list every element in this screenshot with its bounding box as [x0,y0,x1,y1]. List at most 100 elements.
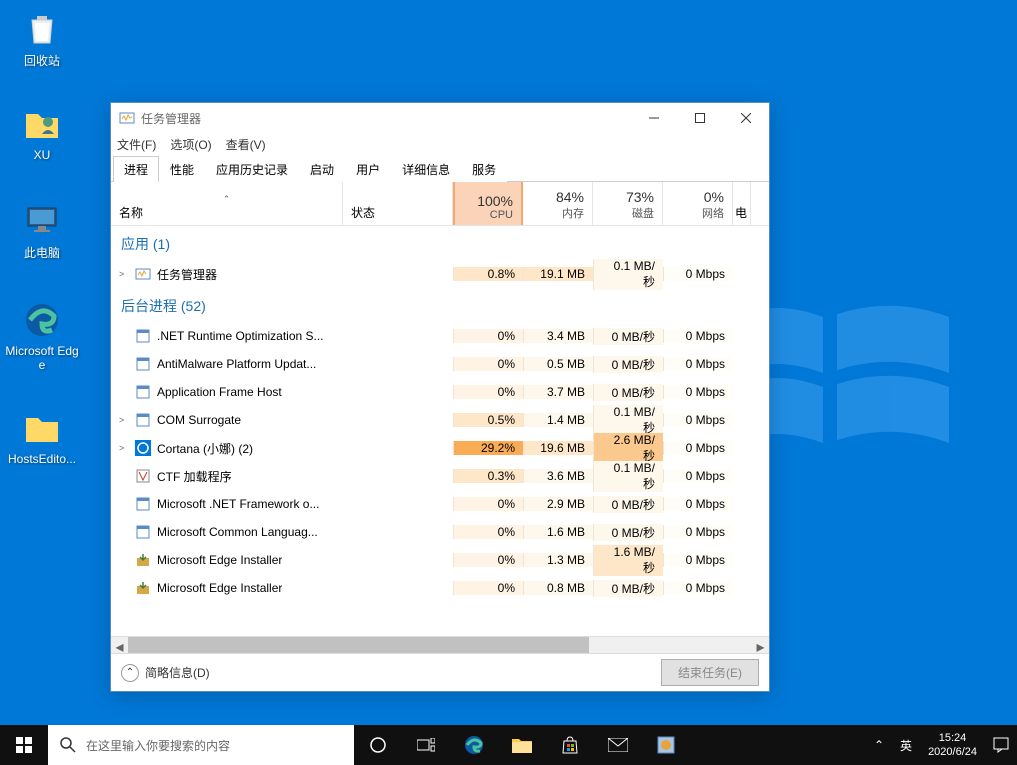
close-button[interactable] [723,103,769,133]
tab-5[interactable]: 详细信息 [391,156,461,182]
net-cell: 0 Mbps [663,413,733,427]
net-cell: 0 Mbps [663,553,733,567]
content: ⌃ 名称 状态 100% CPU 84% 内存 73% 磁盘 0% [111,182,769,653]
column-extra[interactable]: 电 [733,182,751,225]
cortana-button[interactable] [354,725,402,765]
mem-cell: 1.4 MB [523,413,593,427]
disk-cell: 0 MB/秒 [593,580,663,597]
table-row[interactable]: AntiMalware Platform Updat...0%0.5 MB0 M… [111,350,769,378]
table-row[interactable]: CTF 加载程序0.3%3.6 MB0.1 MB/秒0 Mbps [111,462,769,490]
column-status[interactable]: 状态 [343,182,453,225]
windows-icon [16,737,32,753]
task-view-button[interactable] [402,725,450,765]
expand-icon[interactable]: > [119,415,129,425]
cpu-cell: 0.5% [453,413,523,427]
table-row[interactable]: Microsoft Common Languag...0%1.6 MB0 MB/… [111,518,769,546]
taskbar-edge[interactable] [450,725,498,765]
menubar: 文件(F) 选项(O) 查看(V) [111,133,769,155]
menu-item[interactable]: 选项(O) [170,136,211,153]
tab-4[interactable]: 用户 [345,156,391,182]
desktop-icon-edge[interactable]: Microsoft Edge [4,300,80,372]
menu-item[interactable]: 查看(V) [226,136,266,153]
column-network[interactable]: 0% 网络 [663,182,733,225]
mail-icon [608,738,628,752]
chevron-up-icon: ⌃ [121,664,139,682]
table-row[interactable]: >COM Surrogate0.5%1.4 MB0.1 MB/秒0 Mbps [111,406,769,434]
start-button[interactable] [0,725,48,765]
horizontal-scrollbar[interactable]: ◂ ▸ [111,636,769,653]
tray-chevron[interactable]: ⌃ [866,725,892,765]
tab-3[interactable]: 启动 [299,156,345,182]
mem-cell: 19.6 MB [523,441,593,455]
store-icon [561,736,579,754]
table-row[interactable]: Microsoft Edge Installer0%0.8 MB0 MB/秒0 … [111,574,769,602]
tab-6[interactable]: 服务 [461,156,507,182]
process-icon [135,440,151,456]
net-cell: 0 Mbps [663,469,733,483]
process-icon [135,384,151,400]
tab-1[interactable]: 性能 [159,156,205,182]
fewer-details-button[interactable]: ⌃ 简略信息(D) [121,664,210,682]
clock[interactable]: 15:24 2020/6/24 [920,725,985,765]
process-icon [135,580,151,596]
folder-icon [512,737,532,753]
mem-cell: 0.5 MB [523,357,593,371]
cpu-cell: 0% [453,357,523,371]
group-header: 后台进程 (52) [111,288,769,322]
footer: ⌃ 简略信息(D) 结束任务(E) [111,653,769,691]
net-cell: 0 Mbps [663,441,733,455]
cpu-cell: 0% [453,329,523,343]
pc-icon [22,200,62,240]
disk-cell: 0.1 MB/秒 [593,405,663,436]
disk-cell: 0.1 MB/秒 [593,259,663,290]
taskbar-store[interactable] [546,725,594,765]
minimize-button[interactable] [631,103,677,133]
taskbar-mail[interactable] [594,725,642,765]
desktop-icon-folder-user[interactable]: XU [4,104,80,162]
menu-item[interactable]: 文件(F) [117,136,156,153]
tab-2[interactable]: 应用历史记录 [205,156,299,182]
disk-cell: 0 MB/秒 [593,328,663,345]
column-memory[interactable]: 84% 内存 [523,182,593,225]
mem-cell: 2.9 MB [523,497,593,511]
group-header: 应用 (1) [111,226,769,260]
edge-icon [463,734,485,756]
column-cpu[interactable]: 100% CPU [453,182,523,225]
expand-icon[interactable]: > [119,269,129,279]
taskbar-app[interactable] [642,725,690,765]
disk-cell: 0.1 MB/秒 [593,461,663,492]
desktop-icon-folder[interactable]: HostsEdito... [4,408,80,466]
table-row[interactable]: Microsoft Edge Installer0%1.3 MB1.6 MB/秒… [111,546,769,574]
search-box[interactable]: 在这里输入你要搜索的内容 [48,725,354,765]
sort-arrow-icon: ⌃ [119,194,334,204]
table-row[interactable]: Microsoft .NET Framework o...0%2.9 MB0 M… [111,490,769,518]
expand-icon[interactable]: > [119,443,129,453]
ime-indicator[interactable]: 英 [892,725,920,765]
taskbar-explorer[interactable] [498,725,546,765]
disk-cell: 0 MB/秒 [593,384,663,401]
table-row[interactable]: >Cortana (小娜) (2)29.2%19.6 MB2.6 MB/秒0 M… [111,434,769,462]
tab-0[interactable]: 进程 [113,156,159,182]
cpu-cell: 0% [453,385,523,399]
desktop-icon-pc[interactable]: 此电脑 [4,200,80,261]
table-row[interactable]: Application Frame Host0%3.7 MB0 MB/秒0 Mb… [111,378,769,406]
window-title: 任务管理器 [141,110,631,127]
desktop-icon-recycle[interactable]: 回收站 [4,8,80,69]
mem-cell: 3.7 MB [523,385,593,399]
notifications-button[interactable] [985,725,1017,765]
process-icon [135,552,151,568]
table-row[interactable]: .NET Runtime Optimization S...0%3.4 MB0 … [111,322,769,350]
disk-cell: 0 MB/秒 [593,356,663,373]
notification-icon [993,737,1009,753]
app-icon [656,735,676,755]
process-icon [135,266,151,282]
maximize-button[interactable] [677,103,723,133]
mem-cell: 1.3 MB [523,553,593,567]
table-row[interactable]: >任务管理器0.8%19.1 MB0.1 MB/秒0 Mbps [111,260,769,288]
titlebar[interactable]: 任务管理器 [111,103,769,133]
column-name[interactable]: ⌃ 名称 [111,182,343,225]
net-cell: 0 Mbps [663,267,733,281]
disk-cell: 0 MB/秒 [593,496,663,513]
end-task-button[interactable]: 结束任务(E) [661,659,759,686]
column-disk[interactable]: 73% 磁盘 [593,182,663,225]
